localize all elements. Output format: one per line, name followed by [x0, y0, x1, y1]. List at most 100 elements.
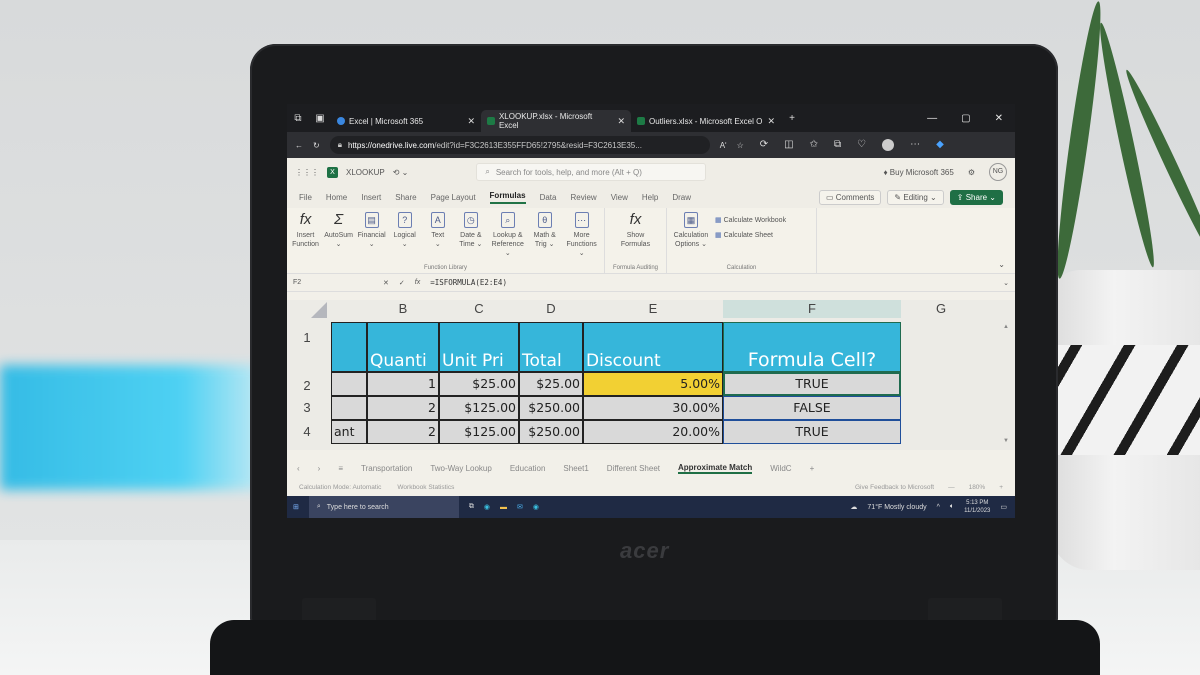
enter-icon[interactable]: ✓	[399, 279, 405, 287]
financial-button[interactable]: ▤ Financial ⌄	[357, 212, 386, 265]
header-cell-total[interactable]: Total	[519, 322, 583, 372]
lookup-reference-button[interactable]: ⌕ Lookup & Reference ⌄	[489, 212, 526, 265]
workbook-name[interactable]: XLOOKUP	[346, 168, 385, 177]
cell-c2[interactable]: $25.00	[439, 372, 519, 396]
cell-c3[interactable]: $125.00	[439, 396, 519, 420]
header-cell-quantity[interactable]: Quanti	[367, 322, 439, 372]
search-input[interactable]: ⌕ Search for tools, help, and more (Alt …	[476, 163, 707, 181]
autosave-icon[interactable]: ⟲ ⌄	[393, 168, 409, 177]
back-icon[interactable]: ←	[295, 141, 303, 150]
row-header-2[interactable]: 2	[287, 378, 327, 393]
user-avatar[interactable]: NG	[989, 163, 1007, 181]
header-cell-formula-cell[interactable]: Formula Cell?	[723, 322, 901, 372]
autosum-button[interactable]: Σ AutoSum ⌄	[324, 212, 353, 265]
copilot-icon[interactable]: ◆	[936, 139, 944, 151]
sheet-tab[interactable]: Education	[510, 464, 546, 473]
header-cell-unit-price[interactable]: Unit Pri	[439, 322, 519, 372]
column-header-c[interactable]: C	[439, 300, 519, 318]
workspaces-icon[interactable]: ⧉	[287, 113, 309, 124]
calculate-workbook-button[interactable]: Calculate Workbook	[715, 216, 787, 224]
cell-b4[interactable]: 2	[367, 420, 439, 444]
cell-a4[interactable]: ant	[331, 420, 367, 444]
tab-view[interactable]: View	[611, 193, 628, 202]
tab-draw[interactable]: Draw	[672, 193, 691, 202]
row-header-3[interactable]: 3	[287, 400, 327, 415]
file-explorer-icon[interactable]: ▬	[500, 504, 507, 511]
profile-avatar[interactable]	[882, 139, 895, 151]
taskbar-search[interactable]: ⌕ Type here to search	[308, 496, 459, 518]
prev-sheet-icon[interactable]: ‹	[297, 464, 300, 473]
sheet-tab[interactable]: Two-Way Lookup	[430, 464, 492, 473]
tab-formulas[interactable]: Formulas	[489, 191, 526, 204]
insert-function-button[interactable]: fx Insert Function	[291, 212, 320, 265]
read-aloud-icon[interactable]: Aʹ	[720, 141, 727, 150]
tab-help[interactable]: Help	[642, 193, 658, 202]
header-cell-discount[interactable]: Discount	[583, 322, 723, 372]
all-sheets-icon[interactable]: ≡	[338, 464, 343, 473]
sheet-tab[interactable]: Different Sheet	[607, 464, 660, 473]
edge-dev-icon[interactable]: ◉	[533, 503, 539, 511]
column-header-e[interactable]: E	[583, 300, 723, 318]
calculation-options-button[interactable]: ▦ Calculation Options ⌄	[671, 212, 711, 265]
cell-f3[interactable]: FALSE	[723, 396, 901, 420]
url-input[interactable]: 🔒︎ https://onedrive.live.com/edit?id=F3C…	[329, 136, 710, 154]
cell-e2[interactable]: 5.00%	[583, 372, 723, 396]
sheet-tab[interactable]: WildC	[770, 464, 791, 473]
tab-insert[interactable]: Insert	[361, 193, 381, 202]
cell-f2-selected[interactable]: TRUE	[723, 372, 901, 396]
select-all-icon[interactable]	[311, 302, 327, 318]
task-view-icon[interactable]: ⧉	[469, 503, 474, 511]
date-time-button[interactable]: ◷ Date & Time ⌄	[456, 212, 485, 265]
logical-button[interactable]: ? Logical ⌄	[390, 212, 419, 265]
expand-formula-icon[interactable]: ⌄	[1003, 279, 1009, 287]
browser-tab[interactable]: Excel | Microsoft 365 ✕	[331, 110, 481, 132]
more-functions-button[interactable]: ⋯ More Functions ⌄	[563, 212, 600, 265]
weather-text[interactable]: 71°F Mostly cloudy	[867, 504, 926, 511]
tab-data[interactable]: Data	[540, 193, 557, 202]
row-header-1[interactable]: 1	[287, 330, 327, 345]
sheet-tab[interactable]: Sheet1	[563, 464, 588, 473]
favorite-star-icon[interactable]: ☆	[737, 141, 744, 150]
collections-icon[interactable]: ⧉	[834, 139, 841, 151]
maximize-button[interactable]: ▢	[961, 113, 970, 124]
cell-d4[interactable]: $250.00	[519, 420, 583, 444]
tab-actions-icon[interactable]: ▣	[309, 113, 331, 124]
health-icon[interactable]: ♡	[857, 139, 866, 151]
close-tab-icon[interactable]: ✕	[767, 116, 775, 127]
formula-input[interactable]: =ISFORMULA(E2:E4)	[430, 278, 507, 287]
scroll-up-icon[interactable]: ▲	[1003, 324, 1009, 330]
volume-icon[interactable]: 🔈︎	[950, 503, 954, 511]
more-icon[interactable]: ⋯	[910, 139, 920, 151]
cell-f4[interactable]: TRUE	[723, 420, 901, 444]
cell-a3[interactable]	[331, 396, 367, 420]
column-header-b[interactable]: B	[367, 300, 439, 318]
edge-icon[interactable]: ◉	[484, 503, 490, 511]
buy-microsoft-button[interactable]: ♦ Buy Microsoft 365	[883, 168, 953, 177]
cell-a2[interactable]	[331, 372, 367, 396]
comments-button[interactable]: ▭ Comments	[818, 189, 882, 205]
text-button[interactable]: A Text ⌄	[423, 212, 452, 265]
row-header-4[interactable]: 4	[287, 424, 327, 439]
feedback-link[interactable]: Give Feedback to Microsoft	[855, 484, 934, 491]
minimize-button[interactable]: —	[927, 113, 937, 124]
scroll-down-icon[interactable]: ▼	[1003, 438, 1009, 444]
next-sheet-icon[interactable]: ›	[318, 464, 321, 473]
zoom-in-button[interactable]: +	[999, 484, 1003, 491]
tab-page-layout[interactable]: Page Layout	[431, 193, 476, 202]
cell-b2[interactable]: 1	[367, 372, 439, 396]
tab-home[interactable]: Home	[326, 193, 347, 202]
collapse-ribbon-icon[interactable]: ⌄	[998, 260, 1005, 269]
start-icon[interactable]: ⊞	[293, 503, 299, 511]
column-header-f[interactable]: F	[723, 300, 901, 318]
favorites-icon[interactable]: ✩	[810, 139, 818, 151]
cell-d3[interactable]: $250.00	[519, 396, 583, 420]
clock[interactable]: 5:13 PM 11/1/2023	[964, 499, 990, 515]
close-tab-icon[interactable]: ✕	[617, 116, 625, 127]
zoom-out-button[interactable]: —	[948, 484, 955, 491]
tray-chevron-icon[interactable]: ^	[937, 504, 940, 511]
column-header-g[interactable]: G	[901, 300, 981, 318]
sheet-tab[interactable]: Transportation	[361, 464, 412, 473]
sheet-tab-active[interactable]: Approximate Match	[678, 463, 753, 474]
app-launcher-icon[interactable]: ⋮⋮⋮	[295, 168, 319, 177]
mail-icon[interactable]: ✉	[517, 503, 523, 511]
